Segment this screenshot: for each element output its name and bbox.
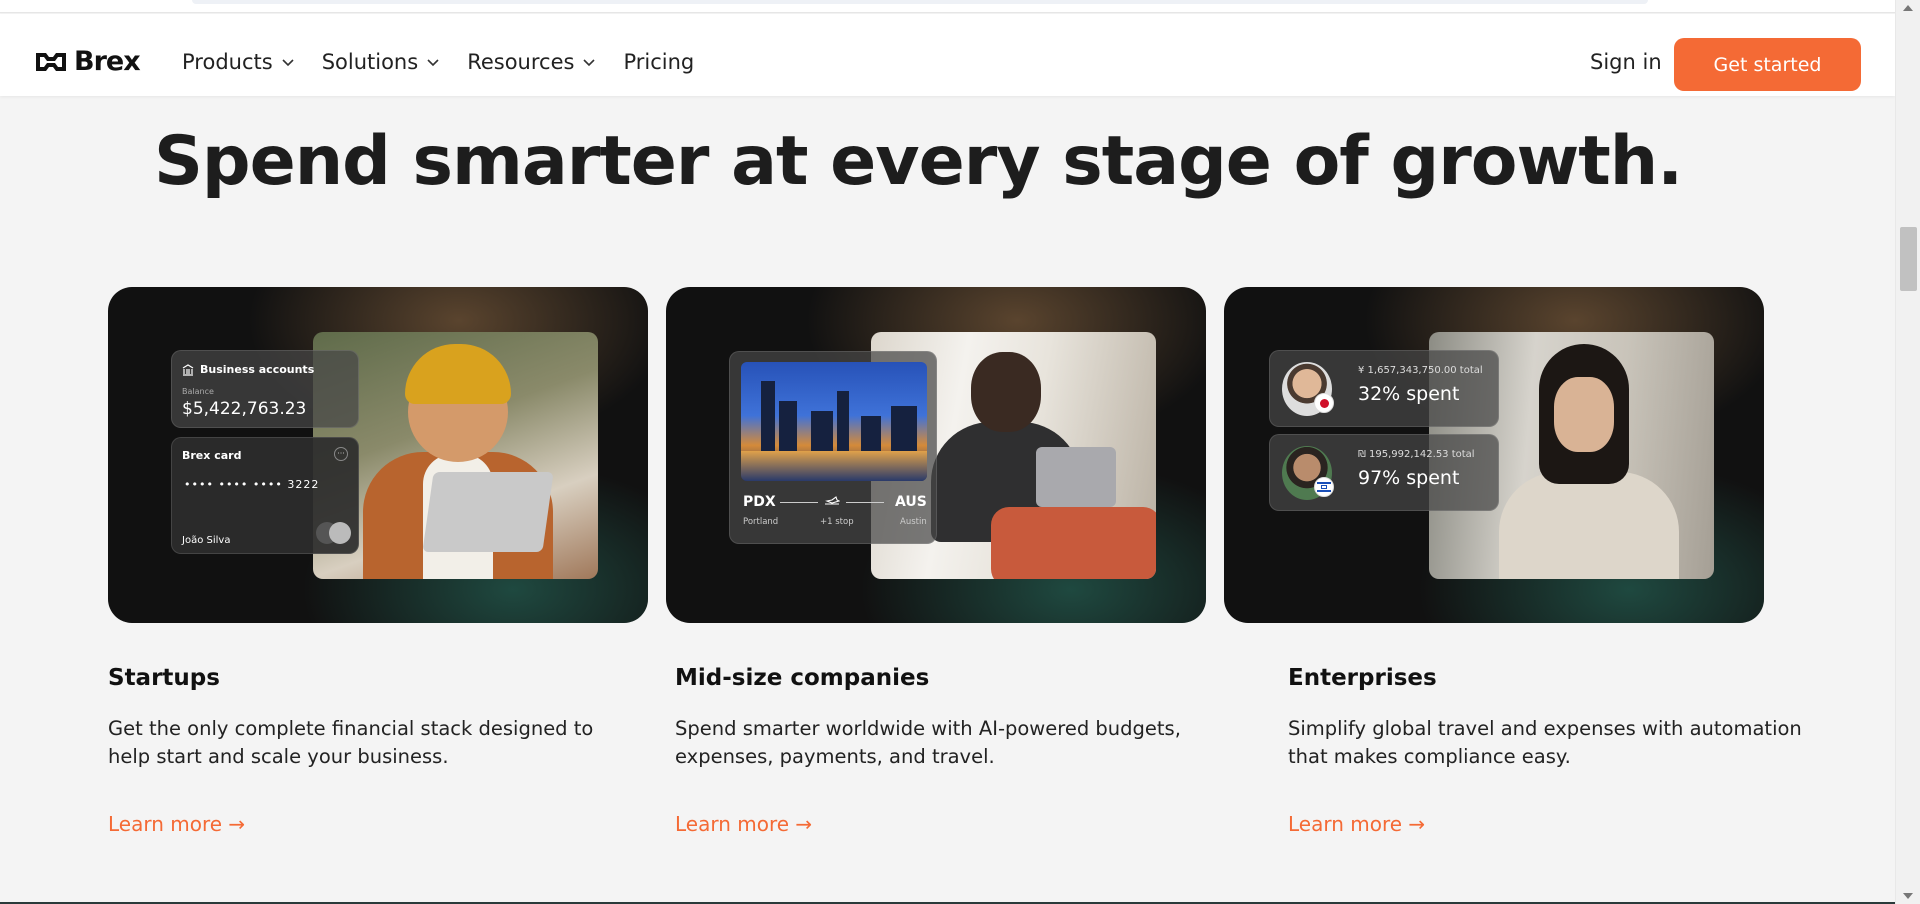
destination-code: AUS xyxy=(895,494,927,510)
photo-couch xyxy=(991,507,1156,579)
midsize-visual-card: PDX AUS Portland +1 stop Austin xyxy=(666,287,1206,623)
page-scrollbar[interactable] xyxy=(1895,0,1920,904)
brex-logo-icon xyxy=(36,52,66,71)
scroll-thumb[interactable] xyxy=(1900,227,1917,291)
origin-city: Portland xyxy=(743,517,779,527)
bank-icon xyxy=(182,363,194,376)
nav-item-label: Pricing xyxy=(623,50,695,74)
scroll-down-arrow-icon[interactable] xyxy=(1903,893,1913,899)
photo-laptop xyxy=(422,472,554,552)
photo-face xyxy=(1554,377,1614,452)
budget-total: ₪ 195,992,142.53 total xyxy=(1358,449,1475,460)
japan-flag-icon xyxy=(1314,393,1334,413)
photo-laptop xyxy=(1036,447,1116,507)
top-navigation: Brex Products Solutions Resources Pricin… xyxy=(0,14,1895,96)
card-holder: João Silva xyxy=(182,535,231,546)
nav-item-label: Products xyxy=(182,50,273,74)
plane-icon xyxy=(825,496,840,505)
origin-code: PDX xyxy=(743,494,776,510)
stops-count: +1 stop xyxy=(820,517,854,527)
photo-hat xyxy=(405,344,511,404)
nav-item-pricing[interactable]: Pricing xyxy=(623,50,694,74)
flight-widget: PDX AUS Portland +1 stop Austin xyxy=(729,351,937,544)
budget-total: ¥ 1,657,343,750.00 total xyxy=(1358,365,1483,376)
chevron-down-icon xyxy=(583,59,596,67)
startups-description: Get the only complete financial stack de… xyxy=(108,717,594,768)
startups-column: Startups Get the only complete financial… xyxy=(108,665,628,836)
israel-flag-icon xyxy=(1314,477,1334,497)
sign-in-link[interactable]: Sign in xyxy=(1590,50,1662,74)
midsize-title: Mid-size companies xyxy=(675,665,930,691)
enterprises-title: Enterprises xyxy=(1288,665,1437,691)
budget-spent: 97% spent xyxy=(1358,467,1460,489)
enterprises-column: Enterprises Simplify global travel and e… xyxy=(1288,665,1808,836)
enterprises-learn-more-link[interactable]: Learn more → xyxy=(1288,812,1425,836)
balance-label: Balance xyxy=(182,387,214,396)
address-bar-edge xyxy=(192,0,1648,4)
card-title: Brex card xyxy=(182,449,242,462)
accounts-title: Business accounts xyxy=(200,363,315,376)
balance-value: $5,422,763.23 xyxy=(182,399,307,419)
photo-head xyxy=(971,352,1041,432)
browser-top-strip xyxy=(0,0,1895,13)
midsize-description: Spend smarter worldwide with AI-powered … xyxy=(675,717,1181,768)
main-menu: Products Solutions Resources Pricing xyxy=(182,50,722,74)
enterprises-visual-card: ¥ 1,657,343,750.00 total 32% spent ₪ 195… xyxy=(1224,287,1764,623)
card-number: •••• •••• •••• 3222 xyxy=(184,478,320,491)
route-line xyxy=(780,502,818,503)
logo-text: Brex xyxy=(74,46,141,77)
section-headline: Spend smarter at every stage of growth. xyxy=(153,122,1683,201)
enterprises-description: Simplify global travel and expenses with… xyxy=(1288,717,1802,768)
startups-visual-card: Business accounts Balance $5,422,763.23 … xyxy=(108,287,648,623)
destination-city: Austin xyxy=(900,517,927,527)
nav-item-products[interactable]: Products xyxy=(182,50,294,74)
photo-body xyxy=(1499,472,1679,579)
city-skyline-image xyxy=(741,362,927,481)
budget-row-yen: ¥ 1,657,343,750.00 total 32% spent xyxy=(1269,350,1499,427)
nav-item-resources[interactable]: Resources xyxy=(467,50,596,74)
business-accounts-widget: Business accounts Balance $5,422,763.23 xyxy=(171,350,359,428)
route-line xyxy=(846,502,884,503)
chevron-down-icon xyxy=(282,59,294,67)
budget-row-shekel: ₪ 195,992,142.53 total 97% spent xyxy=(1269,434,1499,511)
nav-item-label: Resources xyxy=(467,50,575,74)
more-icon: ··· xyxy=(334,447,348,461)
nav-item-label: Solutions xyxy=(321,50,419,74)
startups-learn-more-link[interactable]: Learn more → xyxy=(108,812,245,836)
startups-title: Startups xyxy=(108,665,220,691)
chevron-down-icon xyxy=(427,59,439,67)
midsize-learn-more-link[interactable]: Learn more → xyxy=(675,812,812,836)
midsize-column: Mid-size companies Spend smarter worldwi… xyxy=(675,665,1195,836)
mastercard-logo xyxy=(316,522,354,548)
get-started-button[interactable]: Get started xyxy=(1674,38,1861,91)
brex-card-widget: Brex card ··· •••• •••• •••• 3222 João S… xyxy=(171,437,359,554)
brex-logo[interactable]: Brex xyxy=(34,46,141,77)
scroll-up-arrow-icon[interactable] xyxy=(1903,5,1913,11)
nav-item-solutions[interactable]: Solutions xyxy=(322,50,440,74)
budget-spent: 32% spent xyxy=(1358,383,1460,405)
